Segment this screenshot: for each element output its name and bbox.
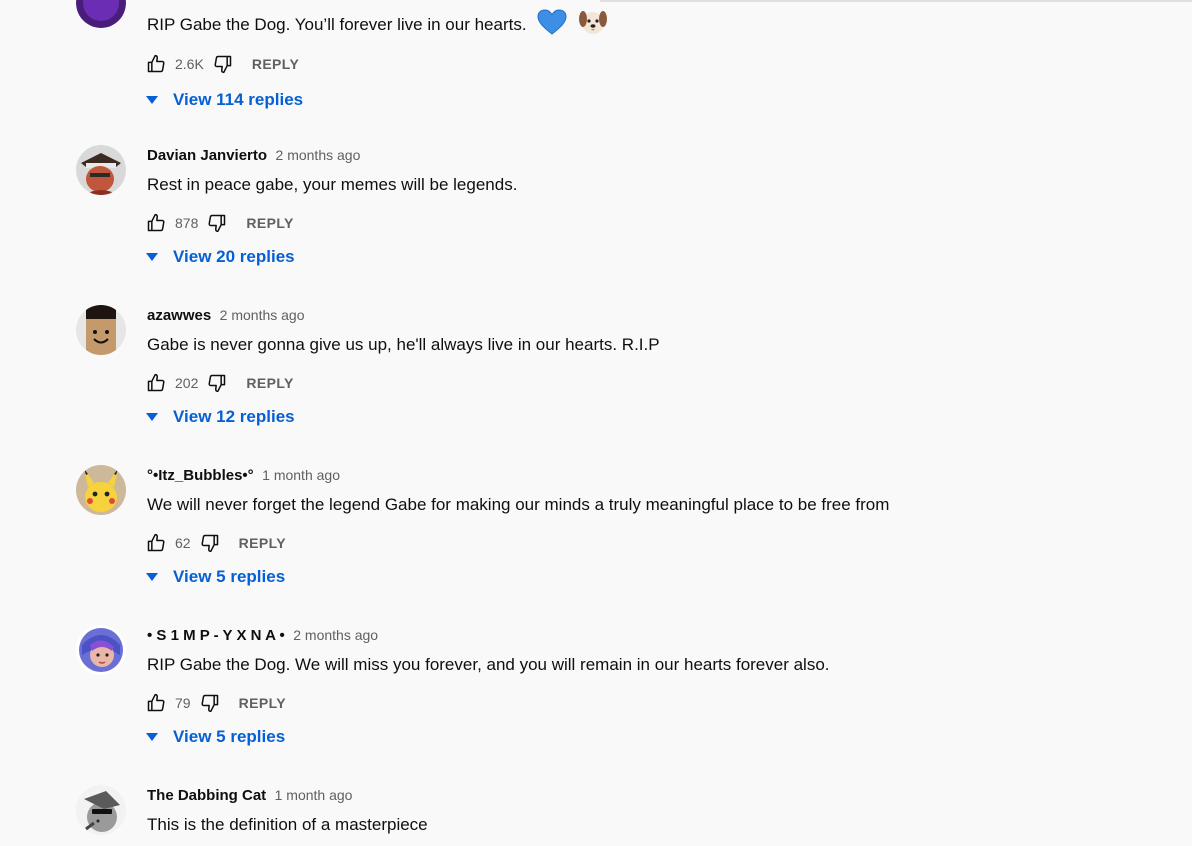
avatar[interactable] [76, 465, 126, 515]
comment-text: RIP Gabe the Dog. You’ll forever live in… [147, 8, 608, 43]
view-replies-label: View 12 replies [173, 407, 295, 426]
thumbs-down-icon[interactable] [206, 372, 228, 394]
like-count: 62 [175, 535, 191, 551]
comment-header: azawwes 2 months ago [147, 305, 305, 325]
comment-header: The Dabbing Cat 1 month ago [147, 785, 352, 805]
thumbs-up-icon[interactable] [145, 53, 167, 75]
comment-header: Davian Janvierto 2 months ago [147, 145, 360, 165]
avatar[interactable] [76, 785, 126, 835]
thumbs-up-icon[interactable] [145, 212, 167, 234]
author-name[interactable]: azawwes [147, 307, 211, 324]
like-count: 878 [175, 215, 199, 231]
author-name[interactable]: • S 1 M P - Y X N A • [147, 627, 285, 644]
top-divider [600, 0, 1192, 2]
view-replies-label: View 20 replies [173, 247, 295, 266]
comment-text: We will never forget the legend Gabe for… [147, 495, 890, 514]
like-count: 79 [175, 695, 191, 711]
author-name[interactable]: °•Itz_Bubbles•° [147, 467, 254, 484]
caret-down-icon [143, 568, 161, 586]
thumbs-down-icon[interactable] [199, 692, 221, 714]
view-replies-label: View 114 replies [173, 90, 304, 109]
comment-text: Rest in peace gabe, your memes will be l… [147, 175, 518, 194]
comment-text: RIP Gabe the Dog. We will miss you forev… [147, 655, 830, 674]
reply-button[interactable]: REPLY [246, 375, 293, 391]
avatar[interactable] [76, 0, 126, 28]
caret-down-icon [143, 91, 161, 109]
comment-actions: 79 REPLY [145, 691, 286, 715]
caret-down-icon [143, 728, 161, 746]
avatar[interactable] [76, 305, 126, 355]
caret-down-icon [143, 408, 161, 426]
view-replies-label: View 5 replies [173, 567, 286, 586]
reply-button[interactable]: REPLY [252, 56, 299, 72]
thumbs-up-icon[interactable] [145, 532, 167, 554]
view-replies-button[interactable]: View 114 replies [143, 88, 303, 112]
comment-actions: 2.6K REPLY [145, 52, 299, 76]
comment-header: • S 1 M P - Y X N A • 2 months ago [147, 625, 378, 645]
view-replies-button[interactable]: View 12 replies [143, 405, 295, 429]
view-replies-button[interactable]: View 5 replies [143, 565, 285, 589]
like-count: 2.6K [175, 56, 204, 72]
avatar[interactable] [76, 145, 126, 195]
blue-heart-icon [537, 9, 567, 42]
author-name[interactable]: Davian Janvierto [147, 147, 267, 164]
timestamp[interactable]: 1 month ago [262, 467, 340, 483]
like-count: 202 [175, 375, 199, 391]
comment-actions: 878 REPLY [145, 211, 294, 235]
reply-button[interactable]: REPLY [239, 695, 286, 711]
thumbs-up-icon[interactable] [145, 372, 167, 394]
avatar[interactable] [76, 625, 126, 675]
view-replies-button[interactable]: View 5 replies [143, 725, 285, 749]
comment-header: °•Itz_Bubbles•° 1 month ago [147, 465, 340, 485]
comment-actions: 202 REPLY [145, 371, 294, 395]
caret-down-icon [143, 248, 161, 266]
thumbs-up-icon[interactable] [145, 692, 167, 714]
timestamp[interactable]: 2 months ago [276, 147, 361, 163]
timestamp[interactable]: 2 months ago [220, 307, 305, 323]
comment-text: Gabe is never gonna give us up, he'll al… [147, 335, 660, 354]
thumbs-down-icon[interactable] [212, 53, 234, 75]
reply-button[interactable]: REPLY [239, 535, 286, 551]
dog-face-icon [578, 8, 608, 43]
view-replies-label: View 5 replies [173, 727, 286, 746]
reply-button[interactable]: REPLY [246, 215, 293, 231]
thumbs-down-icon[interactable] [199, 532, 221, 554]
comment-actions: 62 REPLY [145, 531, 286, 555]
timestamp[interactable]: 2 months ago [293, 627, 378, 643]
thumbs-down-icon[interactable] [206, 212, 228, 234]
view-replies-button[interactable]: View 20 replies [143, 245, 295, 269]
timestamp[interactable]: 1 month ago [275, 787, 353, 803]
author-name[interactable]: The Dabbing Cat [147, 787, 266, 804]
comment-text: This is the definition of a masterpiece [147, 815, 428, 834]
